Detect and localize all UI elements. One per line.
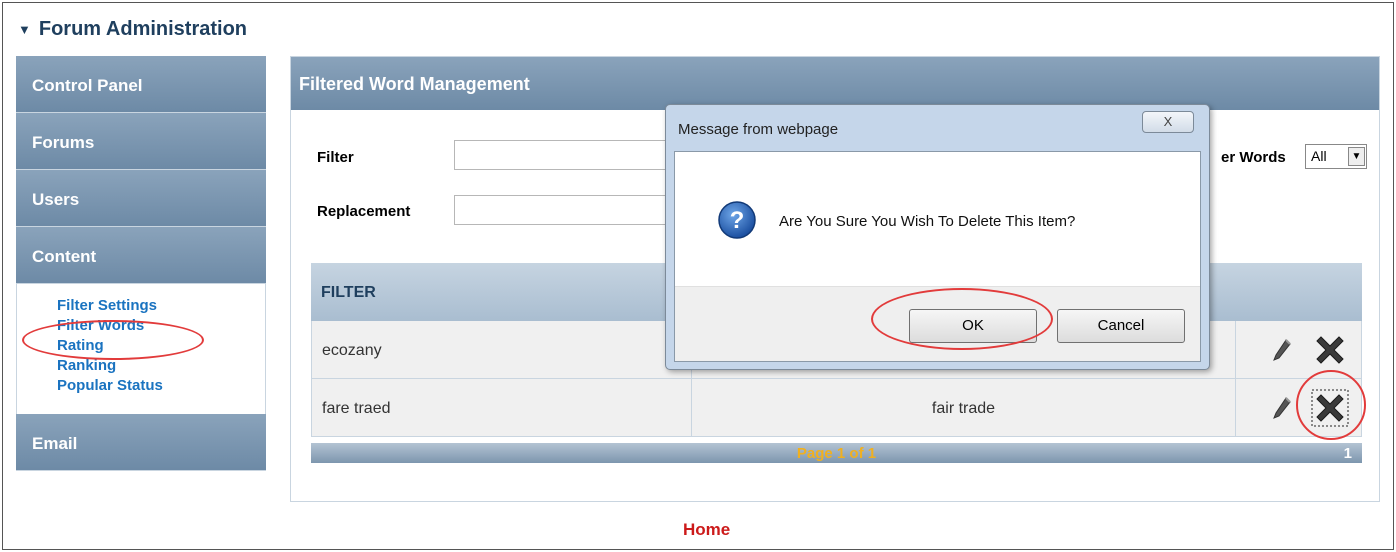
dialog-title: Message from webpage <box>678 121 839 138</box>
sidebar-item-control-panel[interactable]: Control Panel <box>16 56 266 113</box>
edit-pencil-icon[interactable] <box>1271 395 1293 421</box>
cell-filter: fare traed <box>312 379 692 436</box>
sidebar-item-label: Email <box>32 434 78 453</box>
replacement-input[interactable] <box>454 195 684 225</box>
edit-pencil-icon[interactable] <box>1271 337 1293 363</box>
home-link[interactable]: Home <box>683 520 730 540</box>
cell-replacement: fair trade <box>692 379 1236 436</box>
show-filter-words-label: er Words <box>1221 149 1286 166</box>
question-icon: ? <box>718 201 756 239</box>
page-title: Forum Administration <box>38 18 248 40</box>
submenu-link-filter-words[interactable]: Filter Words <box>57 316 265 336</box>
submenu-link-ranking[interactable]: Ranking <box>57 356 265 376</box>
table-row: fare traed fair trade <box>311 379 1362 437</box>
dialog-body: ? Are You Sure You Wish To Delete This I… <box>674 151 1201 362</box>
sidebar-item-label: Users <box>32 190 80 209</box>
close-icon: X <box>1163 114 1173 129</box>
confirm-dialog: Message from webpage X ? Are You Sure Yo… <box>665 104 1210 370</box>
filter-input[interactable] <box>454 140 684 170</box>
submenu-link-filter-settings[interactable]: Filter Settings <box>57 296 265 316</box>
cell-filter: ecozany <box>312 321 692 378</box>
delete-x-icon[interactable] <box>1311 331 1349 369</box>
show-filter-select[interactable]: All ▼ <box>1305 144 1367 169</box>
dialog-message: Are You Sure You Wish To Delete This Ite… <box>779 213 1076 230</box>
content-submenu: Filter Settings Filter Words Rating Rank… <box>16 284 266 414</box>
cancel-button[interactable]: Cancel <box>1057 309 1185 343</box>
submenu-link-popular-status[interactable]: Popular Status <box>57 376 265 396</box>
submenu-link-rating[interactable]: Rating <box>57 336 265 356</box>
pager-page-link[interactable]: 1 <box>1344 445 1352 462</box>
ok-button[interactable]: OK <box>909 309 1037 343</box>
replacement-label: Replacement <box>317 203 411 220</box>
dialog-close-button[interactable]: X <box>1142 111 1194 133</box>
sidebar-item-email[interactable]: Email <box>16 414 266 471</box>
dropdown-arrow-icon[interactable]: ▼ <box>1348 147 1365 166</box>
sidebar-item-content[interactable]: Content <box>16 227 266 284</box>
pager-bar: Page 1 of 1 1 <box>311 443 1362 463</box>
page-header[interactable]: ▼ Forum Administration <box>18 18 247 41</box>
select-value: All <box>1311 148 1327 164</box>
filter-label: Filter <box>317 149 354 166</box>
delete-x-icon[interactable] <box>1311 389 1349 427</box>
panel-title: Filtered Word Management <box>291 57 1379 110</box>
sidebar-item-label: Control Panel <box>32 76 143 95</box>
sidebar-item-forums[interactable]: Forums <box>16 113 266 170</box>
row-actions <box>1236 321 1361 378</box>
sidebar-item-label: Forums <box>32 133 95 152</box>
sidebar-item-label: Content <box>32 247 97 266</box>
svg-text:?: ? <box>730 207 745 234</box>
row-actions <box>1236 379 1361 436</box>
sidebar-item-users[interactable]: Users <box>16 170 266 227</box>
collapse-triangle-icon[interactable]: ▼ <box>18 22 31 37</box>
pager-text: Page 1 of 1 <box>796 445 877 462</box>
dialog-footer: OK Cancel <box>675 286 1200 361</box>
sidebar: Control Panel Forums Users Content Filte… <box>16 56 266 471</box>
